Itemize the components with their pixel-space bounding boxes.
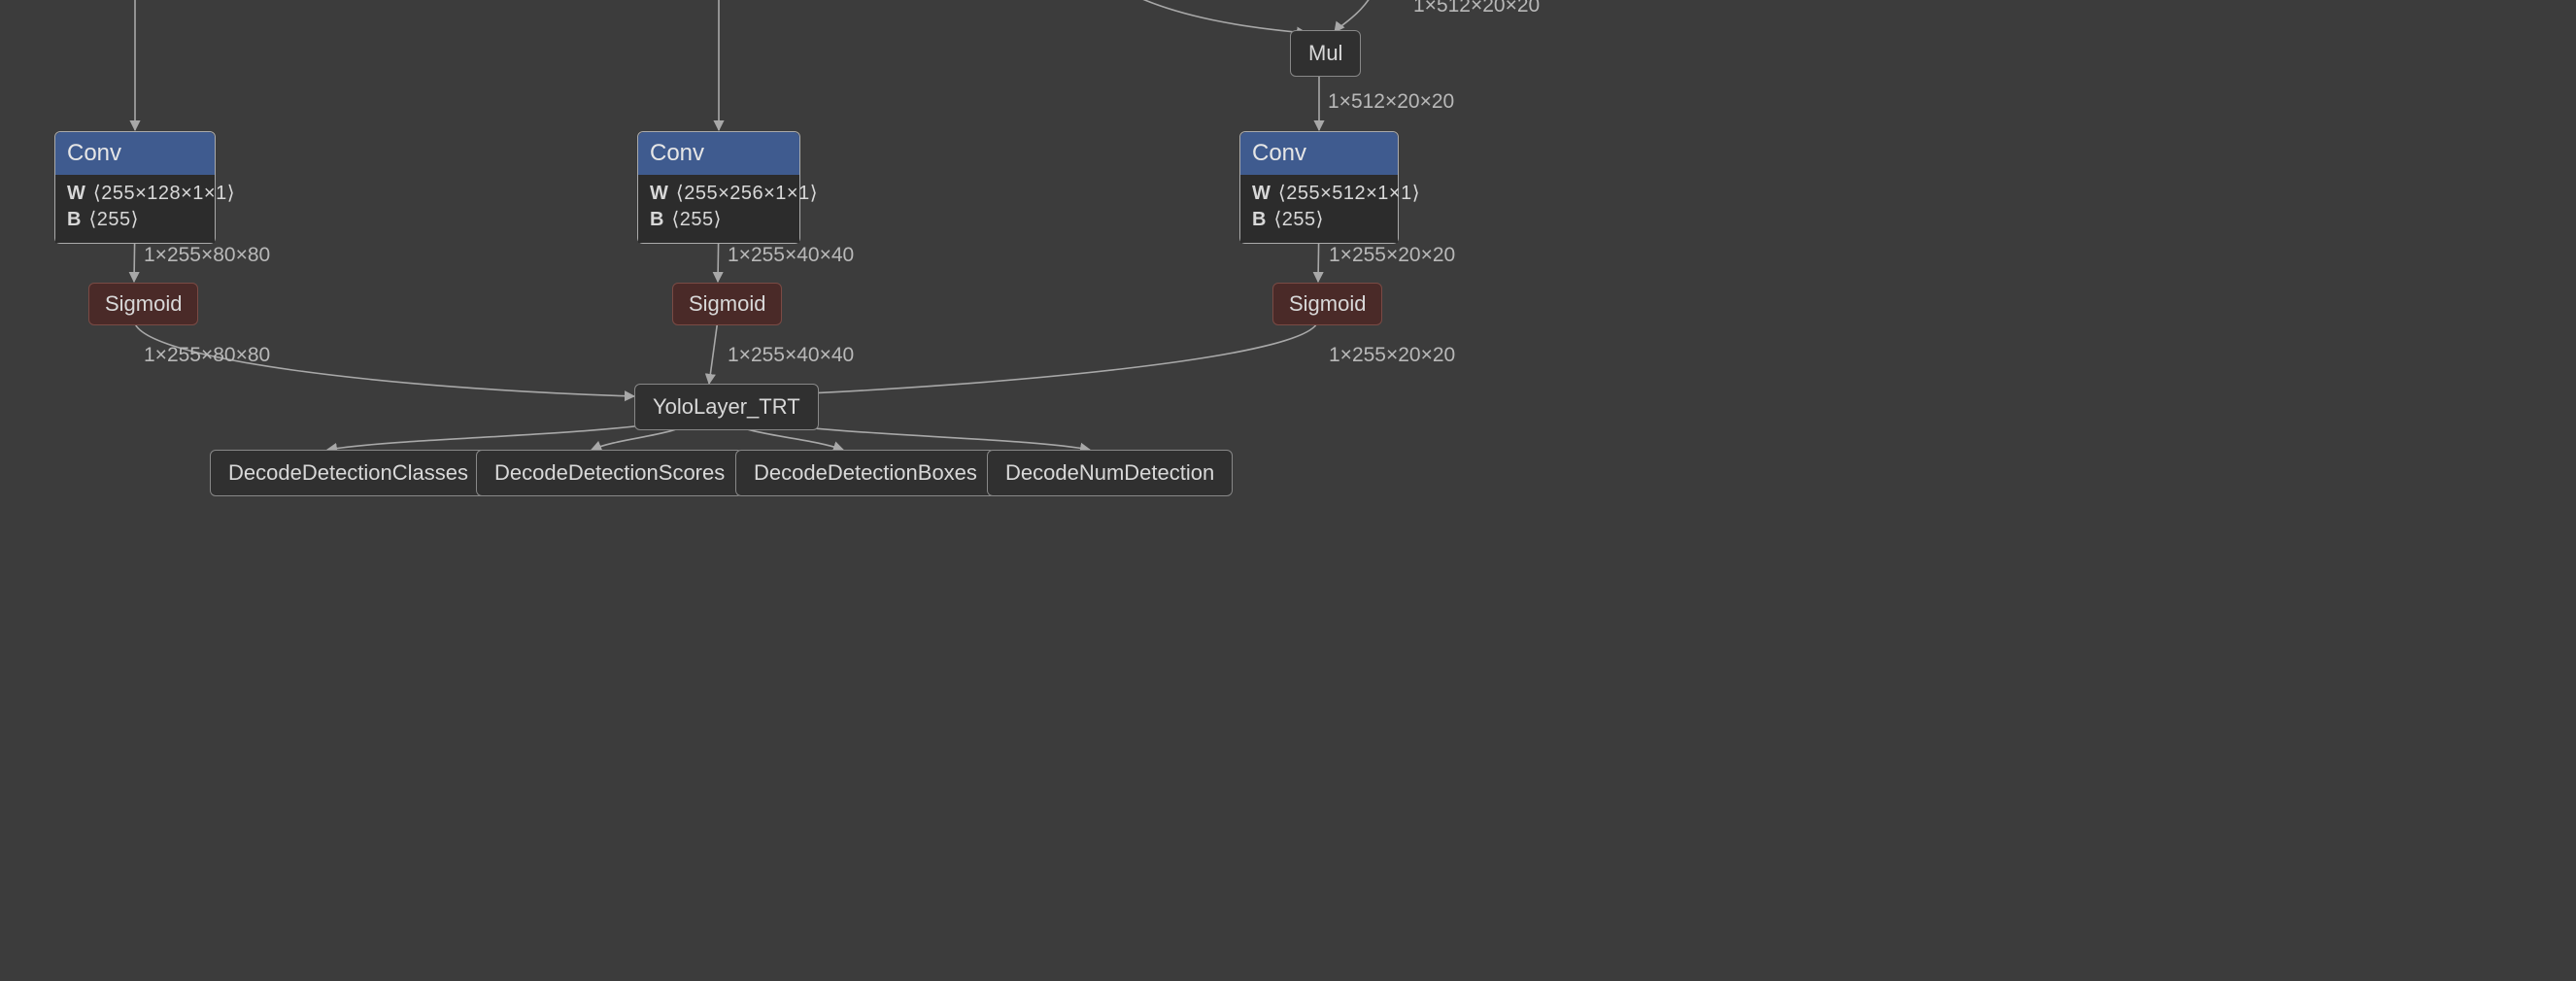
node-label: DecodeDetectionScores	[494, 460, 725, 485]
node-label: Sigmoid	[105, 291, 182, 316]
node-decode-scores[interactable]: DecodeDetectionScores	[476, 450, 743, 496]
node-yololayer[interactable]: YoloLayer_TRT	[634, 384, 819, 430]
bias-label: B	[1252, 209, 1266, 230]
node-label: YoloLayer_TRT	[653, 394, 800, 419]
node-label: DecodeNumDetection	[1005, 460, 1214, 485]
node-label: DecodeDetectionClasses	[228, 460, 468, 485]
weight-label: W	[67, 183, 85, 204]
node-label: Mul	[1308, 41, 1342, 65]
node-body: W⟨255×256×1×1⟩ B⟨255⟩	[638, 175, 799, 243]
bias-label: B	[67, 209, 81, 230]
bias-dim: ⟨255⟩	[88, 209, 138, 230]
node-title: Conv	[638, 132, 799, 175]
edge-label: 1×512×20×20	[1328, 90, 1454, 114]
weight-dim: ⟨255×512×1×1⟩	[1278, 183, 1420, 204]
bias-label: B	[650, 209, 663, 230]
node-body: W⟨255×128×1×1⟩ B⟨255⟩	[55, 175, 215, 243]
node-label: DecodeDetectionBoxes	[754, 460, 977, 485]
bias-dim: ⟨255⟩	[1273, 209, 1323, 230]
weight-dim: ⟨255×128×1×1⟩	[93, 183, 235, 204]
weight-dim: ⟨255×256×1×1⟩	[676, 183, 818, 204]
weight-label: W	[650, 183, 668, 204]
bias-dim: ⟨255⟩	[671, 209, 721, 230]
node-label: Sigmoid	[689, 291, 765, 316]
node-decode-boxes[interactable]: DecodeDetectionBoxes	[735, 450, 996, 496]
node-title: Conv	[55, 132, 215, 175]
node-conv-2[interactable]: Conv W⟨255×256×1×1⟩ B⟨255⟩	[637, 131, 800, 244]
edge-label: 1×255×40×40	[728, 244, 854, 267]
node-title: Conv	[1240, 132, 1398, 175]
weight-label: W	[1252, 183, 1271, 204]
edge-label: 1×255×20×20	[1329, 344, 1455, 367]
edge-label: 1×512×20×20	[1413, 0, 1540, 17]
node-sigmoid-2[interactable]: Sigmoid	[672, 283, 782, 325]
edge-label: 1×255×80×80	[144, 244, 270, 267]
node-conv-3[interactable]: Conv W⟨255×512×1×1⟩ B⟨255⟩	[1239, 131, 1399, 244]
graph-canvas[interactable]: 1×512×20×20 Mul 1×512×20×20 Conv W ⟨255×1…	[0, 0, 2576, 981]
node-sigmoid-3[interactable]: Sigmoid	[1272, 283, 1382, 325]
edge-label: 1×255×20×20	[1329, 244, 1455, 267]
node-label: Sigmoid	[1289, 291, 1366, 316]
node-mul[interactable]: Mul	[1290, 30, 1361, 77]
node-sigmoid-1[interactable]: Sigmoid	[88, 283, 198, 325]
node-conv-1[interactable]: Conv W⟨255×128×1×1⟩ B⟨255⟩	[54, 131, 216, 244]
edge-label: 1×255×40×40	[728, 344, 854, 367]
node-decode-num[interactable]: DecodeNumDetection	[987, 450, 1233, 496]
node-body: W⟨255×512×1×1⟩ B⟨255⟩	[1240, 175, 1398, 243]
edge-label: 1×255×80×80	[144, 344, 270, 367]
node-decode-classes[interactable]: DecodeDetectionClasses	[210, 450, 487, 496]
